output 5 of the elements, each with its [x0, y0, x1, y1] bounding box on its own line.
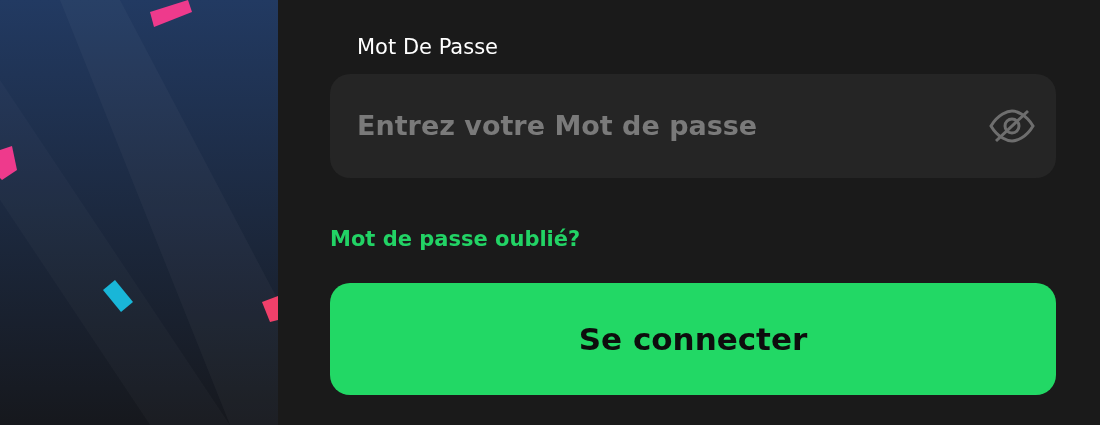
password-field[interactable]: Entrez votre Mot de passe: [330, 73, 1056, 178]
eye-slash-icon[interactable]: [988, 107, 1036, 144]
field-label: Mot De Passe: [357, 34, 499, 61]
forgot-password-link[interactable]: Mot de passe oublié?: [330, 223, 581, 255]
login-button[interactable]: Se connecter: [330, 283, 1056, 395]
